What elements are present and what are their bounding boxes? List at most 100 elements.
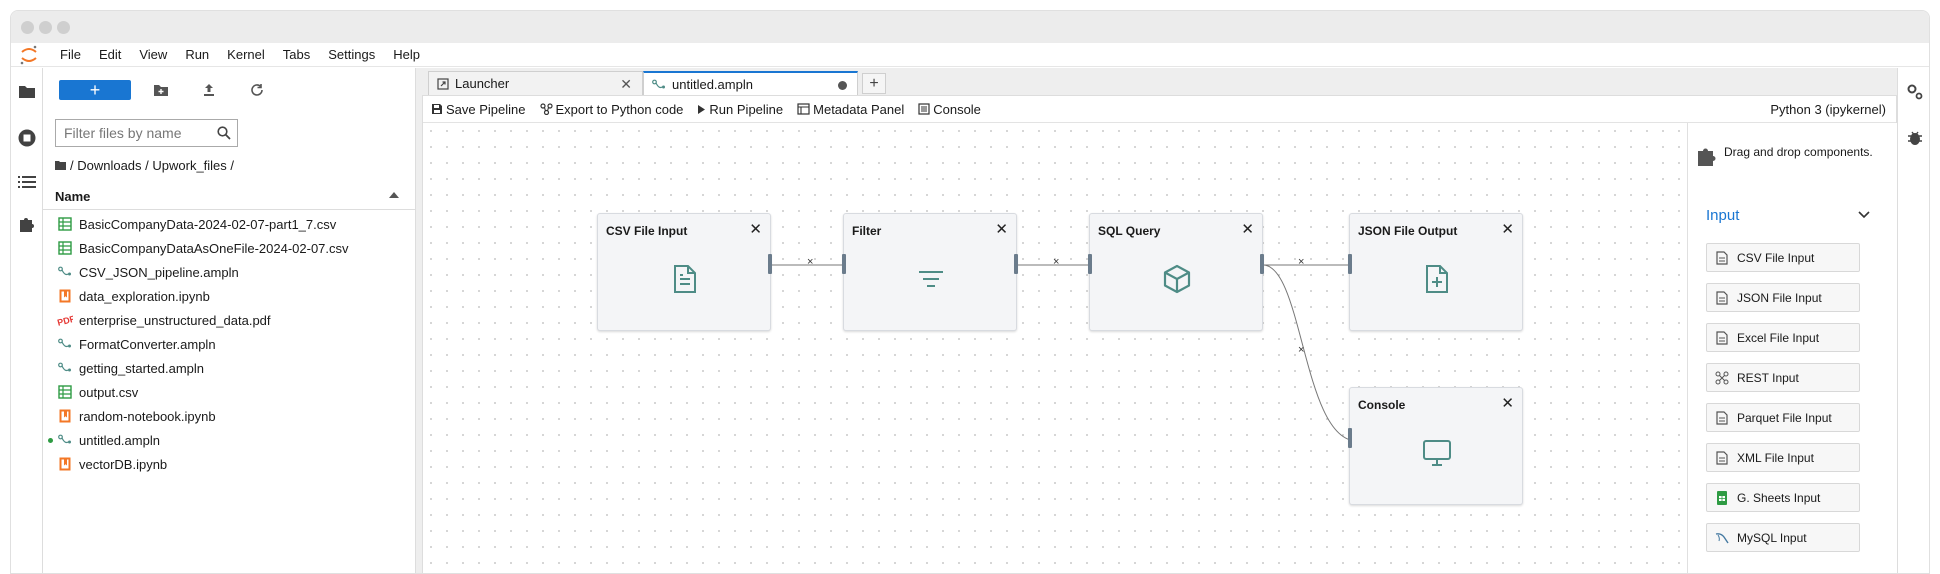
close-icon[interactable]: ✕ — [1501, 394, 1514, 412]
file-row[interactable]: untitled.ampln — [43, 428, 415, 452]
menu-view[interactable]: View — [130, 47, 176, 62]
node-console[interactable]: Console ✕ — [1348, 387, 1523, 505]
refresh-icon[interactable] — [247, 80, 267, 100]
close-icon[interactable]: ✕ — [749, 220, 762, 238]
spreadsheet-icon — [57, 240, 73, 256]
palette-item[interactable]: Parquet File Input — [1706, 403, 1860, 432]
node-sql-query[interactable]: SQL Query ✕ — [1088, 213, 1264, 331]
input-port[interactable] — [1348, 254, 1352, 274]
edge-marker[interactable]: × — [1298, 344, 1304, 356]
home-folder-icon[interactable] — [55, 158, 66, 173]
edge-marker[interactable]: × — [1053, 256, 1059, 268]
kernel-status[interactable]: Python 3 (ipykernel) — [1770, 102, 1886, 117]
unsaved-dot-icon[interactable] — [838, 81, 847, 90]
output-port[interactable] — [1014, 254, 1018, 274]
file-row[interactable]: PDF enterprise_unstructured_data.pdf — [43, 308, 415, 332]
palette-item[interactable]: MySQL Input — [1706, 523, 1860, 552]
edge-sql-console[interactable] — [1262, 264, 1358, 442]
add-tab-button[interactable]: + — [862, 73, 886, 94]
palette-item-label: Parquet File Input — [1737, 410, 1832, 425]
file-text-icon — [670, 264, 700, 294]
input-port[interactable] — [842, 254, 846, 274]
palette-item[interactable]: Excel File Input — [1706, 323, 1860, 352]
palette-section-input[interactable]: Input — [1706, 207, 1739, 224]
node-filter[interactable]: Filter ✕ — [842, 213, 1018, 331]
file-row[interactable]: CSV_JSON_pipeline.ampln — [43, 260, 415, 284]
chevron-down-icon[interactable] — [1858, 207, 1870, 222]
close-icon[interactable]: ✕ — [1501, 220, 1514, 238]
palette-item[interactable]: G. Sheets Input — [1706, 483, 1860, 512]
menu-help[interactable]: Help — [384, 47, 429, 62]
debugger-bug-icon[interactable] — [1905, 128, 1925, 148]
left-sidebar-rail — [11, 68, 43, 573]
sort-ascending-icon — [389, 192, 399, 198]
extensions-puzzle-icon[interactable] — [17, 214, 37, 234]
menu-settings[interactable]: Settings — [319, 47, 384, 62]
file-row[interactable]: output.csv — [43, 380, 415, 404]
console-list-icon — [918, 103, 930, 115]
file-row[interactable]: random-notebook.ipynb — [43, 404, 415, 428]
main-dock-area: Launcher ✕ untitled.ampln + Save Pipelin… — [422, 68, 1898, 573]
save-pipeline-button[interactable]: Save Pipeline — [431, 102, 526, 117]
node-csv-file-input[interactable]: CSV File Input ✕ — [597, 213, 772, 331]
node-title: Filter — [852, 224, 882, 238]
close-icon[interactable]: ✕ — [620, 76, 632, 93]
file-row[interactable]: getting_started.ampln — [43, 356, 415, 380]
menu-run[interactable]: Run — [176, 47, 218, 62]
node-json-file-output[interactable]: JSON File Output ✕ — [1348, 213, 1523, 331]
new-folder-icon[interactable] — [151, 80, 171, 100]
close-icon[interactable]: ✕ — [1241, 220, 1254, 238]
input-port[interactable] — [1088, 254, 1092, 274]
right-sidebar-rail — [1897, 68, 1929, 573]
close-icon[interactable]: ✕ — [995, 220, 1008, 238]
new-launcher-button[interactable]: + — [59, 80, 131, 100]
menu-tabs[interactable]: Tabs — [274, 47, 319, 62]
file-browser-toolbar: + — [43, 68, 415, 106]
breadcrumb-path[interactable]: / Downloads / Upwork_files / — [70, 158, 234, 173]
running-sessions-icon[interactable] — [17, 128, 37, 148]
menu-edit[interactable]: Edit — [90, 47, 130, 62]
table-of-contents-icon[interactable] — [17, 172, 37, 192]
file-row[interactable]: BasicCompanyData-2024-02-07-part1_7.csv — [43, 212, 415, 236]
menu-kernel[interactable]: Kernel — [218, 47, 274, 62]
file-row[interactable]: vectorDB.ipynb — [43, 452, 415, 476]
palette-item[interactable]: JSON File Input — [1706, 283, 1860, 312]
console-button[interactable]: Console — [918, 102, 981, 117]
palette-item[interactable]: REST Input — [1706, 363, 1860, 392]
palette-item[interactable]: CSV File Input — [1706, 243, 1860, 272]
file-filter-field[interactable] — [55, 119, 238, 147]
file-row[interactable]: BasicCompanyDataAsOneFile-2024-02-07.csv — [43, 236, 415, 260]
run-pipeline-label: Run Pipeline — [709, 101, 784, 117]
tab-untitled-ampln[interactable]: untitled.ampln — [643, 71, 858, 96]
menu-file[interactable]: File — [51, 47, 90, 62]
title-bar — [11, 11, 1929, 43]
palette-item-label: MySQL Input — [1737, 530, 1807, 545]
metadata-panel-button[interactable]: Metadata Panel — [797, 102, 904, 117]
pipeline-canvas[interactable]: × × × × CSV File Input ✕ Filter ✕ SQL Qu… — [423, 123, 1687, 573]
window-zoom-dot[interactable] — [57, 21, 70, 34]
file-filter-input[interactable] — [64, 125, 214, 141]
run-pipeline-button[interactable]: Run Pipeline — [697, 102, 783, 117]
pipeline-file-icon — [57, 432, 73, 448]
output-port[interactable] — [768, 254, 772, 274]
file-name: enterprise_unstructured_data.pdf — [79, 312, 271, 328]
puzzle-icon — [1696, 145, 1718, 167]
file-list: BasicCompanyData-2024-02-07-part1_7.csv B… — [43, 212, 415, 476]
tab-launcher[interactable]: Launcher ✕ — [428, 71, 643, 95]
upload-icon[interactable] — [199, 80, 219, 100]
property-inspector-gears-icon[interactable] — [1905, 82, 1925, 102]
file-row[interactable]: FormatConverter.ampln — [43, 332, 415, 356]
output-port[interactable] — [1260, 254, 1264, 274]
export-python-button[interactable]: Export to Python code — [539, 102, 683, 117]
file-row[interactable]: data_exploration.ipynb — [43, 284, 415, 308]
edge-marker[interactable]: × — [807, 256, 813, 268]
window-minimize-dot[interactable] — [39, 21, 52, 34]
input-port[interactable] — [1348, 428, 1352, 448]
folder-icon[interactable] — [17, 82, 37, 102]
palette-item[interactable]: XML File Input — [1706, 443, 1860, 472]
edge-marker[interactable]: × — [1298, 256, 1304, 268]
pipeline-toolbar: Save Pipeline Export to Python code Run … — [423, 96, 1896, 123]
file-text-icon — [1715, 330, 1729, 345]
name-column-header[interactable]: Name — [43, 184, 415, 210]
window-close-dot[interactable] — [21, 21, 34, 34]
